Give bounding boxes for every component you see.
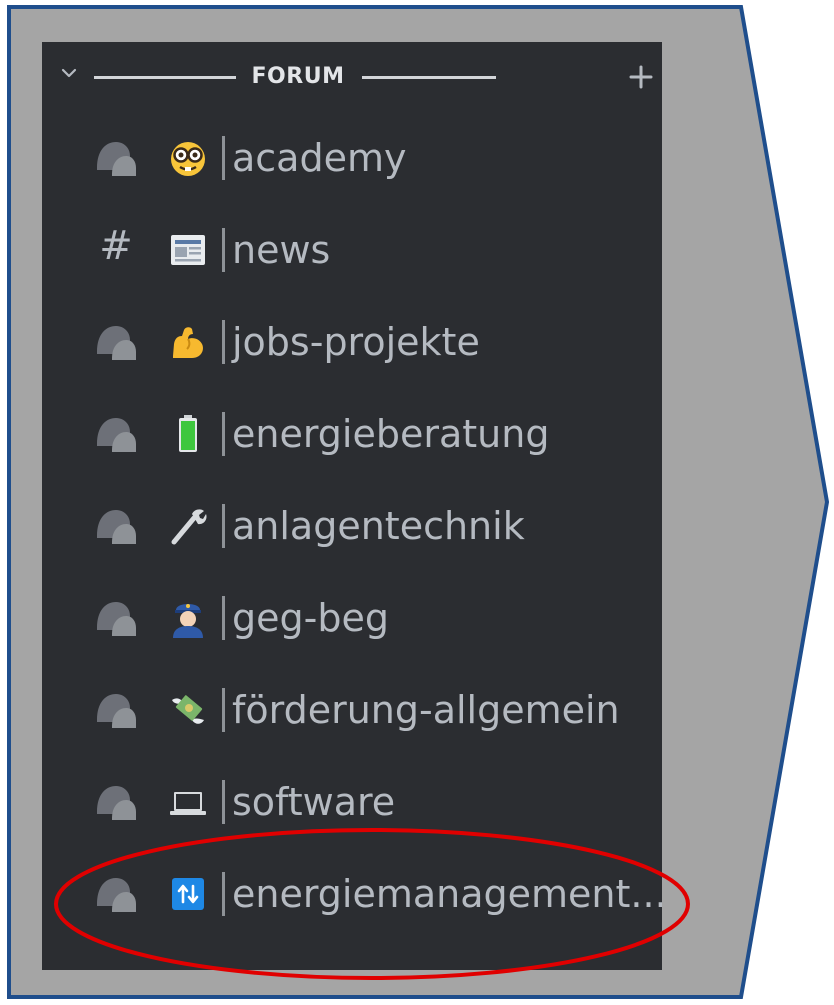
channel-news[interactable]: # news	[42, 206, 662, 294]
channel-separator	[222, 780, 225, 824]
channel-name: anlagentechnik	[232, 504, 525, 548]
channel-academy[interactable]: academy	[42, 114, 662, 202]
channel-energieberatung[interactable]: energieberatung	[42, 390, 662, 478]
channel-software[interactable]: software	[42, 758, 662, 846]
channel-name: jobs-projekte	[232, 320, 480, 364]
channel-jobs-projekte[interactable]: jobs-projekte	[42, 298, 662, 386]
channel-energiemanagement[interactable]: energiemanagement...	[42, 850, 662, 938]
header-rule-left	[94, 76, 236, 79]
money-with-wings-icon	[172, 695, 204, 724]
forum-category-header[interactable]: FORUM	[42, 42, 662, 114]
arrows-clockwise-icon	[172, 878, 204, 910]
channel-separator	[222, 504, 225, 548]
forum-icon	[97, 786, 136, 820]
channel-name: energieberatung	[232, 412, 550, 456]
channel-separator	[222, 136, 225, 180]
channel-geg-beg[interactable]: geg-beg	[42, 574, 662, 662]
forum-icon	[97, 878, 136, 912]
channel-name: förderung-allgemein	[232, 688, 620, 732]
wrench-icon	[171, 509, 207, 545]
channel-name: academy	[232, 136, 407, 180]
forum-icon	[97, 142, 136, 176]
channel-separator	[222, 412, 225, 456]
forum-icon	[97, 602, 136, 636]
channel-separator	[222, 228, 225, 272]
channel-name: energiemanagement...	[232, 872, 662, 916]
newspaper-icon	[171, 235, 205, 265]
slide: FORUM academy # news jobs-projekte energ…	[0, 0, 834, 1005]
channel-separator	[222, 596, 225, 640]
nerd-face-icon	[171, 142, 205, 176]
channel-name: news	[232, 228, 331, 272]
plus-icon[interactable]	[628, 64, 654, 90]
laptop-icon	[170, 792, 206, 815]
forum-icon	[97, 510, 136, 544]
channel-anlagentechnik[interactable]: anlagentechnik	[42, 482, 662, 570]
battery-icon	[179, 415, 197, 452]
category-title: FORUM	[251, 64, 345, 89]
channel-separator	[222, 872, 225, 916]
channel-separator	[222, 320, 225, 364]
forum-icon	[97, 418, 136, 452]
header-rule-right	[362, 76, 496, 79]
flexed-biceps-icon	[173, 327, 203, 358]
discord-channel-sidebar: FORUM academy # news jobs-projekte energ…	[42, 42, 662, 970]
channel-name: software	[232, 780, 396, 824]
police-officer-icon	[173, 604, 203, 638]
channel-name: geg-beg	[232, 596, 389, 640]
chevron-down-icon[interactable]	[60, 64, 78, 82]
channel-foerderung-allgemein[interactable]: förderung-allgemein	[42, 666, 662, 754]
forum-icon	[97, 326, 136, 360]
forum-icon	[97, 694, 136, 728]
channel-separator	[222, 688, 225, 732]
hash-icon: #	[99, 223, 133, 269]
